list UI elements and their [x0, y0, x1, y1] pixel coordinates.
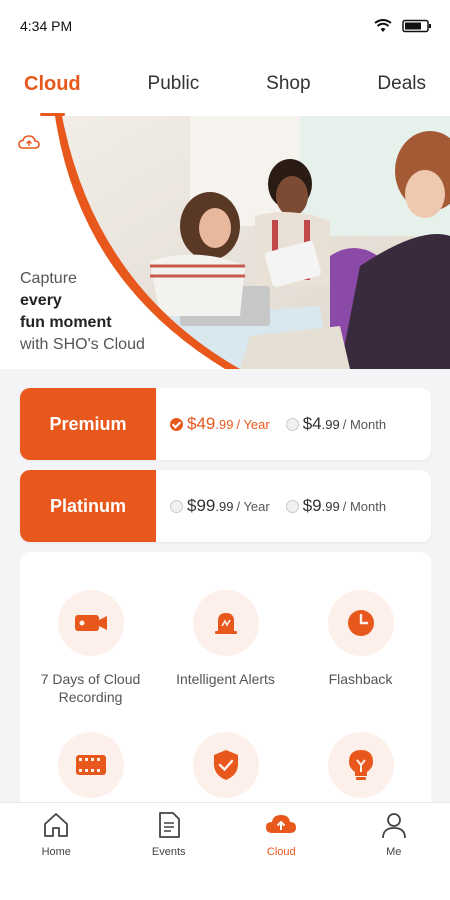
price-amount: $49 — [187, 414, 216, 433]
nav-label: Events — [151, 846, 186, 858]
feature-intelligent-alerts[interactable]: Intelligent Alerts — [157, 590, 294, 688]
feature-flashback[interactable]: Flashback — [292, 590, 429, 688]
radio-unchecked-icon — [285, 417, 299, 431]
feature-label: Intelligent Alerts — [176, 671, 275, 687]
price-amount: $4 — [302, 414, 322, 433]
price-amount: $9 — [302, 496, 322, 515]
feature-icon-circle — [57, 732, 124, 798]
events-icon — [158, 812, 180, 838]
tab-deals[interactable]: Deals — [377, 52, 426, 116]
price-period: / Month — [342, 498, 387, 514]
camera-icon — [74, 615, 107, 631]
battery-icon — [402, 19, 431, 33]
bottom-nav: Home Events Cloud Me — [0, 802, 450, 900]
lightbulb-icon — [348, 750, 373, 780]
radio-unchecked-icon — [285, 499, 299, 513]
alarm-icon — [214, 613, 237, 634]
cloud-icon — [266, 815, 297, 833]
top-tabs: Cloud Public Shop Deals — [0, 52, 450, 116]
price-period: / Year — [236, 498, 270, 514]
hero-line-2: every — [20, 292, 62, 309]
clock-icon — [347, 610, 374, 636]
cloud-icon — [18, 135, 40, 149]
feature-label: Flashback — [328, 671, 393, 687]
feature-protection[interactable] — [157, 732, 294, 812]
price-cents: .99 — [215, 416, 234, 432]
nav-cloud[interactable]: Cloud — [241, 811, 321, 900]
features-panel: 7 Days of Cloud Recording Intelligent Al… — [20, 552, 431, 812]
premium-monthly-option[interactable]: $4.99 / Month — [285, 414, 387, 434]
feature-label: 7 Days of Cloud Recording — [40, 671, 141, 705]
plan-name-platinum: Platinum — [20, 470, 156, 542]
price-cents: .99 — [321, 498, 340, 514]
platinum-monthly-option[interactable]: $9.99 / Month — [285, 496, 387, 516]
premium-yearly-option[interactable]: $49.99 / Year — [170, 414, 270, 434]
radio-unchecked-icon — [170, 499, 183, 513]
price-amount: $99 — [187, 496, 216, 515]
hero-line-3: fun moment — [20, 314, 112, 331]
nav-home[interactable]: Home — [16, 811, 96, 900]
price-period: / Year — [236, 416, 270, 432]
status-bar: 4:34 PM — [0, 0, 450, 52]
nav-me[interactable]: Me — [354, 811, 434, 900]
feature-icon-circle — [327, 590, 394, 656]
plan-card-premium: Premium $49.99 / Year $4.99 / Month — [20, 388, 431, 460]
status-icons — [374, 19, 432, 33]
feature-icon-circle — [57, 590, 124, 656]
feature-icon-circle — [192, 590, 259, 656]
platinum-yearly-option[interactable]: $99.99 / Year — [170, 496, 270, 516]
feature-icon-circle — [327, 732, 394, 798]
price-cents: .99 — [321, 416, 340, 432]
hero-line-1: Capture — [20, 270, 77, 287]
price-cents: .99 — [215, 498, 234, 514]
home-icon — [44, 813, 69, 837]
nav-events[interactable]: Events — [129, 811, 209, 900]
feature-cloud-recording[interactable]: 7 Days of Cloud Recording — [22, 590, 159, 706]
nav-label: Cloud — [266, 846, 296, 858]
tab-public[interactable]: Public — [148, 52, 200, 116]
profile-icon — [381, 813, 406, 839]
price-period: / Month — [342, 416, 387, 432]
plan-name-premium: Premium — [20, 388, 156, 460]
feature-film[interactable] — [22, 732, 159, 812]
hero-line-4: with SHO's Cloud — [20, 336, 145, 353]
nav-label: Me — [386, 846, 402, 858]
radio-checked-icon — [170, 417, 183, 431]
nav-label: Home — [41, 846, 71, 858]
feature-icon-circle — [192, 732, 259, 798]
film-icon — [75, 755, 106, 775]
hero-tagline: Capture every fun moment with SHO's Clou… — [20, 268, 145, 356]
wifi-icon — [374, 19, 392, 32]
status-time: 4:34 PM — [20, 18, 73, 34]
tab-cloud[interactable]: Cloud — [24, 52, 81, 116]
feature-smart[interactable] — [292, 732, 429, 812]
tab-shop[interactable]: Shop — [266, 52, 310, 116]
hero-banner[interactable]: Capture every fun moment with SHO's Clou… — [0, 116, 450, 369]
shield-icon — [213, 750, 238, 780]
plan-card-platinum: Platinum $99.99 / Year $9.99 / Month — [20, 470, 431, 542]
